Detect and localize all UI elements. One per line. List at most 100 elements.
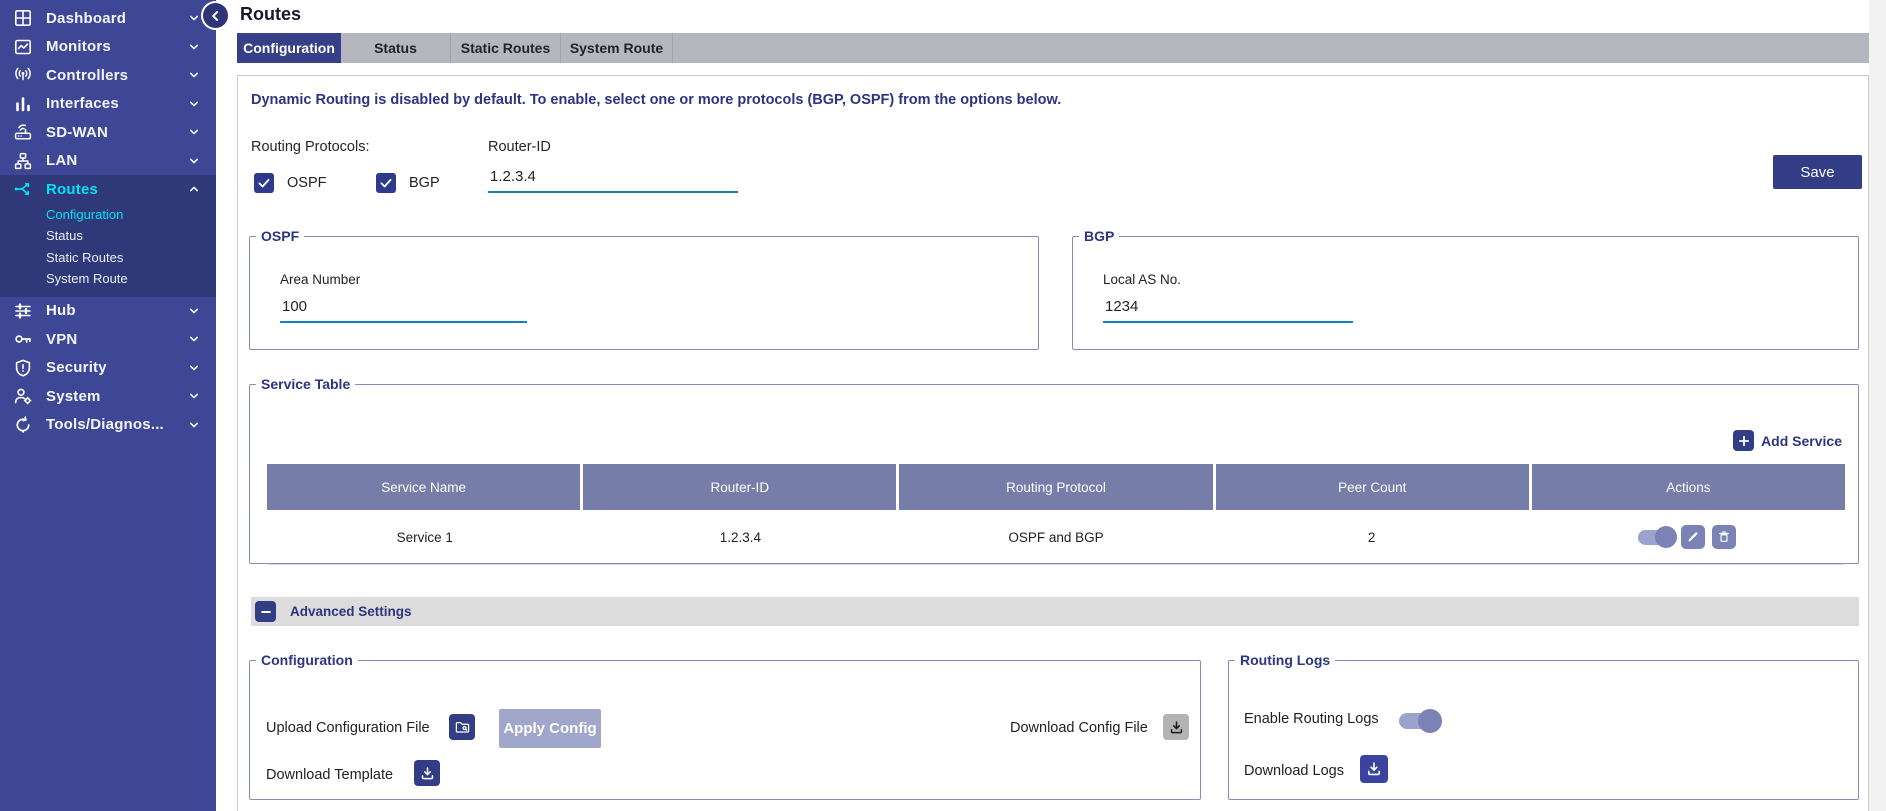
sidebar-item-lan[interactable]: LAN xyxy=(0,147,216,176)
download-icon xyxy=(1168,719,1185,736)
collapse-sidebar-button[interactable] xyxy=(203,3,228,28)
configuration-files-section: Configuration Upload Configuration File … xyxy=(249,652,1201,800)
column-header-service-name: Service Name xyxy=(267,464,580,510)
sidebar-item-hub[interactable]: Hub xyxy=(0,297,216,326)
sidebar-item-label: Tools/Diagnos... xyxy=(46,416,164,433)
area-number-input[interactable] xyxy=(280,296,527,323)
pencil-icon xyxy=(1686,530,1700,544)
enable-routing-logs-toggle[interactable] xyxy=(1399,713,1439,729)
sidebar-item-security[interactable]: Security xyxy=(0,354,216,383)
chevron-down-icon xyxy=(186,153,202,169)
chevron-up-icon xyxy=(186,181,202,197)
enable-routing-logs-label: Enable Routing Logs xyxy=(1244,711,1379,727)
sidebar-subitem-configuration[interactable]: Configuration xyxy=(0,204,216,226)
security-shield-icon xyxy=(11,358,35,378)
chevron-down-icon xyxy=(186,331,202,347)
chevron-down-icon xyxy=(186,124,202,140)
tab-configuration[interactable]: Configuration xyxy=(237,33,341,63)
service-enable-toggle[interactable] xyxy=(1638,530,1674,545)
dashboard-icon xyxy=(11,8,35,28)
upload-configuration-file-label: Upload Configuration File xyxy=(266,720,430,736)
router-id-input[interactable] xyxy=(488,166,738,193)
sidebar-item-controllers[interactable]: Controllers xyxy=(0,61,216,90)
bgp-section: BGP Local AS No. xyxy=(1072,228,1859,350)
vertical-scrollbar[interactable] xyxy=(1869,0,1886,811)
sidebar-item-label: Dashboard xyxy=(46,10,126,27)
add-service-button[interactable]: Add Service xyxy=(1733,430,1842,451)
tab-static-routes[interactable]: Static Routes xyxy=(451,33,561,63)
chevron-down-icon xyxy=(186,96,202,112)
chevron-down-icon xyxy=(186,360,202,376)
service-table: Service Name Router-ID Routing Protocol … xyxy=(267,464,1845,565)
dynamic-routing-info-text: Dynamic Routing is disabled by default. … xyxy=(251,92,1061,108)
chevron-down-icon xyxy=(186,388,202,404)
minus-icon xyxy=(259,605,273,619)
cell-router-id: 1.2.3.4 xyxy=(583,510,899,564)
titlebar xyxy=(216,0,1869,33)
local-as-input[interactable] xyxy=(1103,296,1353,323)
ospf-checkbox-label: OSPF xyxy=(287,175,326,191)
sidebar-subitem-static-routes[interactable]: Static Routes xyxy=(0,247,216,269)
routes-configuration-screen: Dashboard Monitors Controllers Interface… xyxy=(0,0,1886,811)
chevron-down-icon xyxy=(186,39,202,55)
sidebar-item-label: Security xyxy=(46,359,107,376)
download-config-file-button[interactable] xyxy=(1163,714,1189,740)
routes-icon xyxy=(11,179,35,199)
apply-config-button[interactable]: Apply Config xyxy=(499,709,601,748)
sidebar-item-label: VPN xyxy=(46,331,77,348)
advanced-settings-label: Advanced Settings xyxy=(290,604,412,619)
sidebar-item-routes[interactable]: Routes xyxy=(0,175,216,204)
sidebar-item-vpn[interactable]: VPN xyxy=(0,325,216,354)
tab-system-route[interactable]: System Route xyxy=(561,33,673,63)
ospf-legend: OSPF xyxy=(256,228,304,244)
column-header-routing-protocol: Routing Protocol xyxy=(896,464,1212,510)
tools-diagnostics-icon xyxy=(11,415,35,435)
bgp-checkbox-row: BGP xyxy=(376,173,440,193)
chevron-down-icon xyxy=(186,67,202,83)
cell-routing-protocol: OSPF and BGP xyxy=(898,510,1214,564)
collapse-advanced-button[interactable] xyxy=(255,601,276,622)
download-template-button[interactable] xyxy=(414,760,440,786)
delete-service-button[interactable] xyxy=(1712,525,1736,549)
sidebar-item-tools-diagnostics[interactable]: Tools/Diagnos... xyxy=(0,411,216,440)
chevron-down-icon xyxy=(186,303,202,319)
configuration-legend: Configuration xyxy=(256,652,358,668)
chevron-down-icon xyxy=(186,417,202,433)
folder-icon xyxy=(454,719,471,736)
system-user-gear-icon xyxy=(11,386,35,406)
column-header-router-id: Router-ID xyxy=(580,464,896,510)
column-header-actions: Actions xyxy=(1529,464,1845,510)
bgp-checkbox[interactable] xyxy=(376,173,396,193)
page-title: Routes xyxy=(240,4,301,25)
download-logs-button[interactable] xyxy=(1360,755,1388,783)
cell-peer-count: 2 xyxy=(1214,510,1530,564)
ospf-section: OSPF Area Number xyxy=(249,228,1039,350)
browse-file-button[interactable] xyxy=(449,714,475,740)
sidebar-item-sdwan[interactable]: SD-WAN xyxy=(0,118,216,147)
add-service-label: Add Service xyxy=(1761,433,1842,449)
lan-network-icon xyxy=(11,151,35,171)
edit-service-button[interactable] xyxy=(1681,525,1705,549)
sidebar-item-monitors[interactable]: Monitors xyxy=(0,33,216,62)
sidebar-item-interfaces[interactable]: Interfaces xyxy=(0,90,216,119)
sidebar-item-label: System xyxy=(46,388,101,405)
sidebar-item-system[interactable]: System xyxy=(0,382,216,411)
download-config-file-label: Download Config File xyxy=(1010,720,1148,736)
bgp-legend: BGP xyxy=(1079,228,1119,244)
advanced-settings-bar[interactable]: Advanced Settings xyxy=(251,597,1859,626)
cell-service-name: Service 1 xyxy=(267,510,583,564)
router-id-label: Router-ID xyxy=(488,139,551,155)
tab-status[interactable]: Status xyxy=(341,33,451,63)
ospf-checkbox[interactable] xyxy=(254,173,274,193)
save-button[interactable]: Save xyxy=(1773,155,1862,189)
sidebar-item-dashboard[interactable]: Dashboard xyxy=(0,4,216,33)
download-icon xyxy=(419,765,436,782)
sidebar-item-label: SD-WAN xyxy=(46,124,108,141)
table-row: Service 1 1.2.3.4 OSPF and BGP 2 xyxy=(267,510,1845,565)
sidebar-subitem-status[interactable]: Status xyxy=(0,225,216,247)
sidebar-subitem-system-route[interactable]: System Route xyxy=(0,268,216,290)
download-template-label: Download Template xyxy=(266,767,393,783)
area-number-label: Area Number xyxy=(280,272,360,287)
plus-icon xyxy=(1733,430,1754,451)
ospf-checkbox-row: OSPF xyxy=(254,173,326,193)
